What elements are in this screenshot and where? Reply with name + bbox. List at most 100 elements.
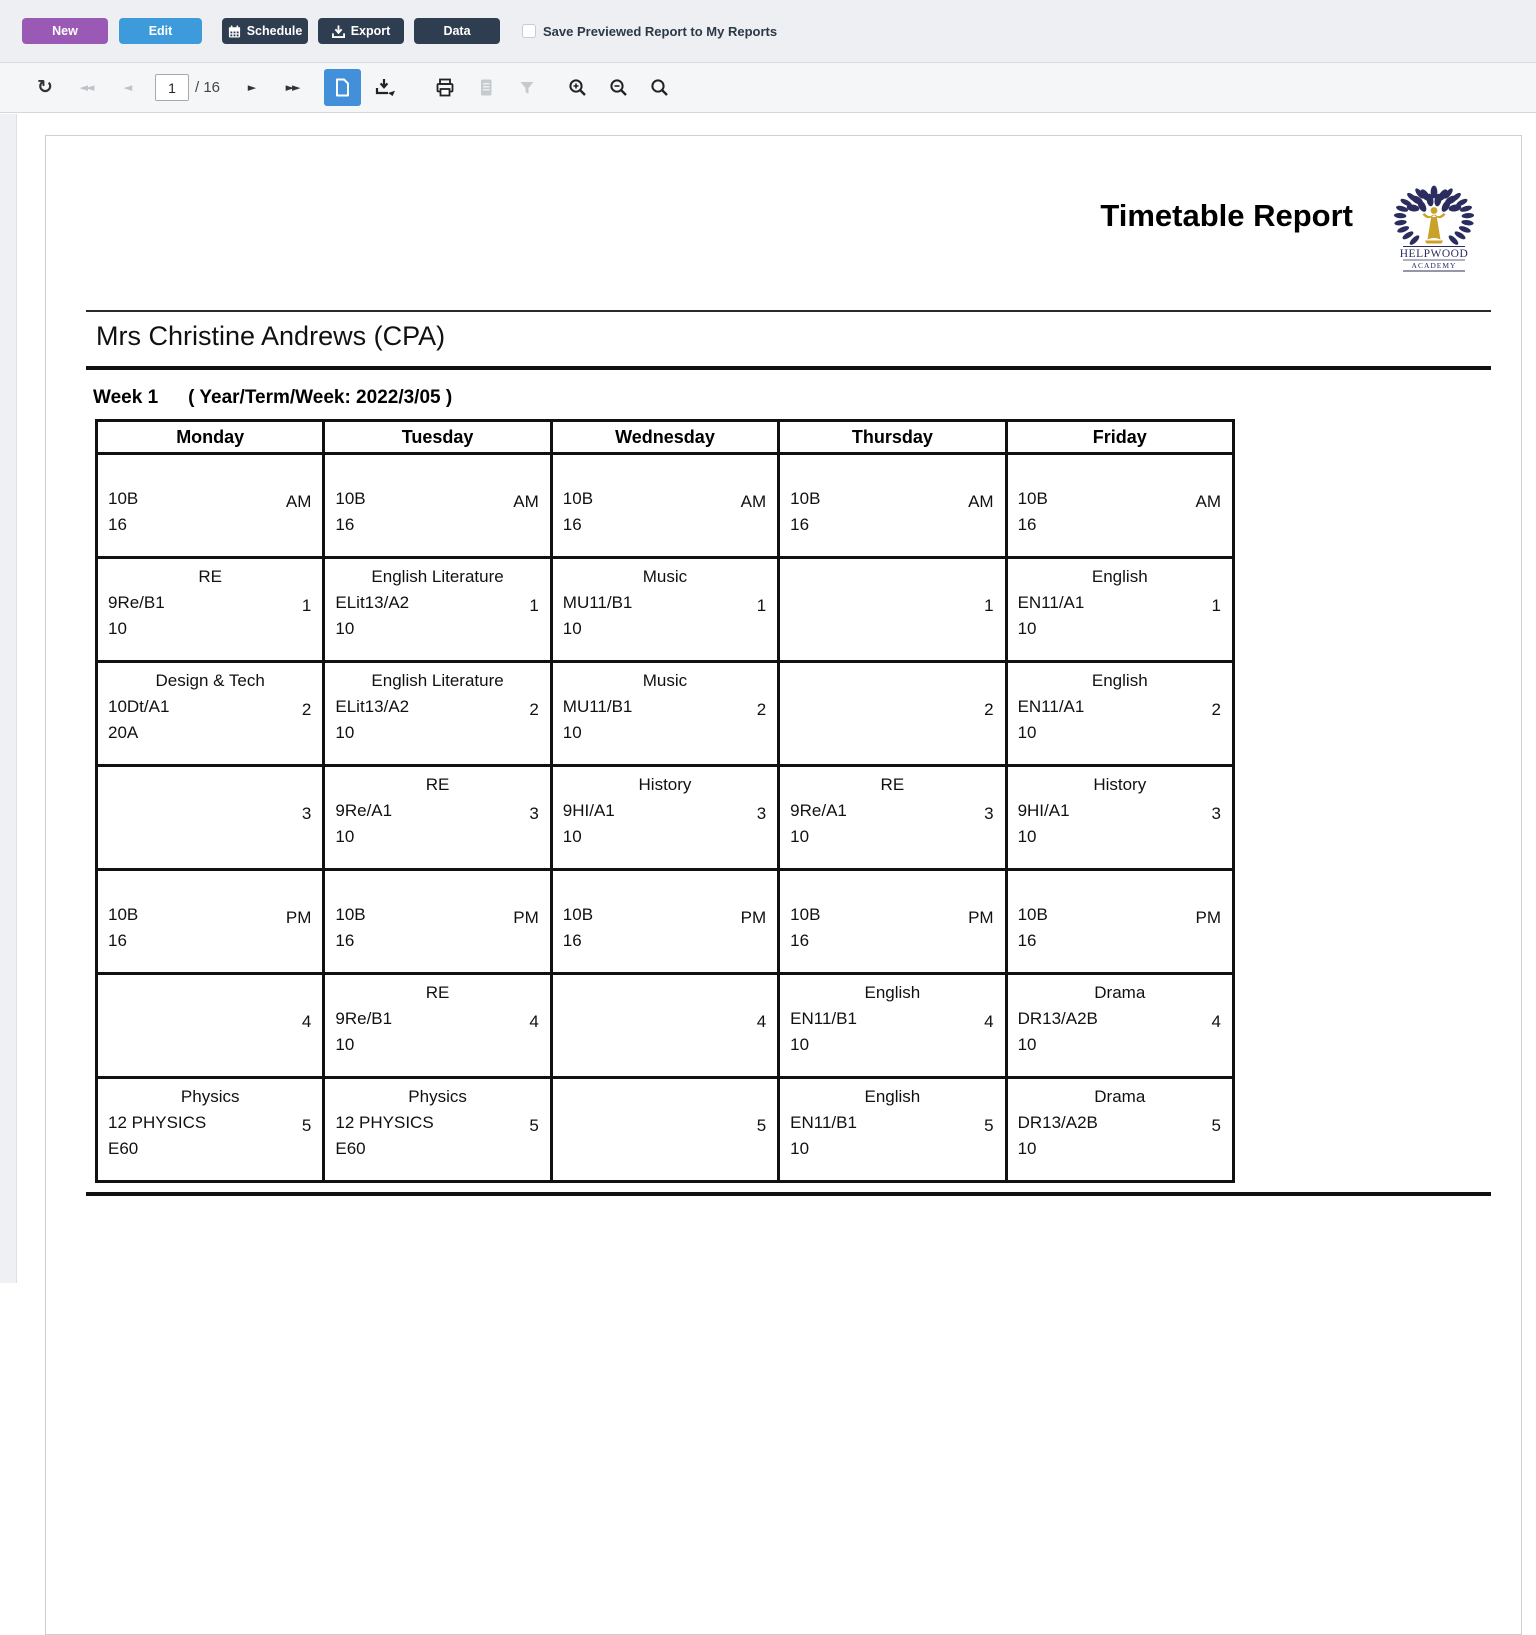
lesson-subject: History (1018, 772, 1222, 798)
period-label: 4 (757, 1009, 766, 1035)
next-page-icon[interactable]: ► (234, 70, 268, 106)
save-report-checkbox-label[interactable]: Save Previewed Report to My Reports (543, 24, 777, 39)
first-page-icon[interactable]: ◄◄ (69, 70, 103, 106)
lesson-class-code: 9HI/A1 (1018, 798, 1222, 824)
lesson-subject (790, 564, 994, 590)
lesson-subject: RE (790, 772, 994, 798)
logo-figure-head (1431, 207, 1438, 214)
lesson-class-code: 12 PHYSICS (335, 1110, 539, 1136)
timetable-cell-thursday-5: EnglishEN11/B1105 (779, 1078, 1006, 1182)
period-label: 5 (1212, 1113, 1221, 1139)
timetable-cell-tuesday-4: RE9Re/B1104 (324, 974, 551, 1078)
page-total-label: / 16 (195, 79, 220, 96)
timetable-row-5: Physics12 PHYSICSE605Physics12 PHYSICSE6… (97, 1078, 1234, 1182)
lesson-class-code (108, 798, 312, 824)
lesson-subject (335, 460, 539, 486)
report-footer-rule (86, 1192, 1491, 1196)
schedule-button[interactable]: Schedule (222, 18, 308, 44)
lesson-subject (563, 460, 767, 486)
lesson-class-code: 9HI/A1 (563, 798, 767, 824)
timetable-row-2: Design & Tech10Dt/A120A2English Literatu… (97, 662, 1234, 766)
export-button-label: Export (351, 24, 391, 38)
period-label: 5 (757, 1113, 766, 1139)
lesson-class-code (790, 590, 994, 616)
lesson-class-code: 10B (335, 486, 539, 512)
print-icon[interactable] (428, 70, 462, 106)
timetable-cell-thursday-4: EnglishEN11/B1104 (779, 974, 1006, 1078)
lesson-room: 10 (1018, 720, 1222, 746)
period-label: AM (968, 489, 994, 515)
period-label: 2 (984, 697, 993, 723)
zoom-out-icon[interactable] (602, 70, 636, 106)
timetable-cell-monday-1: RE9Re/B1101 (97, 558, 324, 662)
new-button-label: New (52, 24, 78, 38)
lesson-subject: RE (335, 772, 539, 798)
school-logo: HELPWOOD ACADEMY (1389, 184, 1479, 282)
timetable-row-4: 4RE9Re/B11044EnglishEN11/B1104DramaDR13/… (97, 974, 1234, 1078)
timetable-cell-tuesday-1: English LiteratureELit13/A2101 (324, 558, 551, 662)
lesson-room (108, 1032, 312, 1058)
lesson-room: 10 (1018, 824, 1222, 850)
logo-text-line1: HELPWOOD (1400, 248, 1469, 260)
lesson-room: 10 (563, 616, 767, 642)
lesson-room: 16 (563, 928, 767, 954)
download-icon[interactable] (369, 70, 403, 106)
lesson-subject: Music (563, 668, 767, 694)
period-label: 5 (984, 1113, 993, 1139)
timetable-cell-friday-3: History9HI/A1103 (1006, 766, 1233, 870)
viewer-toolbar: ↻ ◄◄ ◄ / 16 ► ►► (0, 62, 1536, 113)
edit-button[interactable]: Edit (119, 18, 202, 44)
day-header-wednesday: Wednesday (551, 421, 778, 454)
day-header-monday: Monday (97, 421, 324, 454)
lesson-room: 20A (108, 720, 312, 746)
lesson-class-code (790, 694, 994, 720)
lesson-subject (790, 460, 994, 486)
lesson-room: 16 (335, 928, 539, 954)
lesson-subject (1018, 460, 1222, 486)
data-button[interactable]: Data (414, 18, 500, 44)
lesson-room (563, 1136, 767, 1162)
single-page-view-icon[interactable] (324, 69, 361, 106)
filter-icon[interactable] (510, 70, 544, 106)
refresh-icon[interactable]: ↻ (28, 70, 62, 106)
header-rule-top (86, 310, 1491, 312)
lesson-class-code: MU11/B1 (563, 694, 767, 720)
lesson-subject (563, 980, 767, 1006)
magnifier-icon[interactable] (643, 70, 677, 106)
prev-page-icon[interactable]: ◄ (110, 70, 144, 106)
lesson-subject: English (790, 980, 994, 1006)
timetable-cell-friday-am: 10B16AM (1006, 454, 1233, 558)
lesson-class-code: 12 PHYSICS (108, 1110, 312, 1136)
lesson-class-code (563, 1006, 767, 1032)
page-number-input[interactable] (155, 74, 189, 101)
last-page-icon[interactable]: ►► (275, 70, 309, 106)
lesson-room: 16 (108, 512, 312, 538)
save-report-checkbox[interactable] (522, 24, 536, 38)
lesson-room: 16 (335, 512, 539, 538)
timetable-cell-monday-am: 10B16AM (97, 454, 324, 558)
period-label: 2 (529, 697, 538, 723)
lesson-class-code: EN11/B1 (790, 1110, 994, 1136)
timetable-cell-tuesday-pm: 10B16PM (324, 870, 551, 974)
lesson-room: 16 (563, 512, 767, 538)
lesson-room: 16 (790, 928, 994, 954)
timetable-cell-thursday-1: 1 (779, 558, 1006, 662)
new-button[interactable]: New (22, 18, 108, 44)
lesson-subject: Drama (1018, 980, 1222, 1006)
export-button[interactable]: Export (318, 18, 404, 44)
lesson-subject: RE (335, 980, 539, 1006)
lesson-room: 10 (1018, 1032, 1222, 1058)
period-label: 2 (302, 697, 311, 723)
timetable-cell-wednesday-2: MusicMU11/B1102 (551, 662, 778, 766)
timetable-cell-monday-2: Design & Tech10Dt/A120A2 (97, 662, 324, 766)
period-label: AM (1196, 489, 1222, 515)
zoom-in-icon[interactable] (561, 70, 595, 106)
document-icon[interactable] (469, 70, 503, 106)
lesson-subject (790, 668, 994, 694)
lesson-class-code: 9Re/A1 (790, 798, 994, 824)
period-label: 3 (1212, 801, 1221, 827)
timetable-cell-wednesday-pm: 10B16PM (551, 870, 778, 974)
timetable-cell-friday-2: EnglishEN11/A1102 (1006, 662, 1233, 766)
lesson-class-code: 10B (790, 486, 994, 512)
timetable-cell-thursday-3: RE9Re/A1103 (779, 766, 1006, 870)
